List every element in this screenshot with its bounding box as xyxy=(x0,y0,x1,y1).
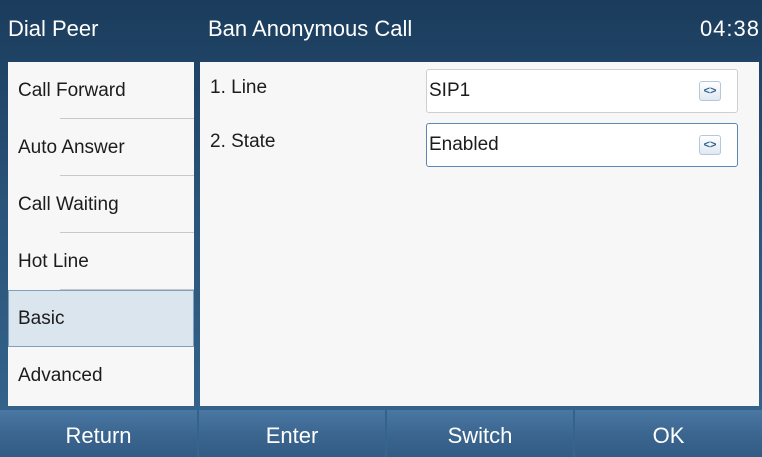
sidebar-item-hot-line[interactable]: Hot Line xyxy=(8,233,194,290)
status-bar: Dial Peer Ban Anonymous Call 04:38 xyxy=(0,0,762,58)
line-select-value: SIP1 xyxy=(429,80,471,101)
sidebar-item-call-forward[interactable]: Call Forward xyxy=(8,62,194,119)
return-button[interactable]: Return xyxy=(0,410,197,457)
sidebar-item-advanced[interactable]: Advanced xyxy=(8,347,194,404)
left-right-arrows-icon[interactable]: <> xyxy=(699,135,721,155)
page-title: Ban Anonymous Call xyxy=(208,16,413,41)
enter-button[interactable]: Enter xyxy=(199,410,385,457)
state-setting-row: 2. State Enabled <> xyxy=(200,116,759,168)
settings-panel: 1. Line SIP1 <> 2. State Enabled <> xyxy=(200,62,759,406)
left-right-arrows-icon[interactable]: <> xyxy=(699,81,721,101)
clock-time: 04:38 xyxy=(699,16,760,41)
sidebar-item-call-waiting[interactable]: Call Waiting xyxy=(8,176,194,233)
line-label: 1. Line xyxy=(210,77,268,98)
sidebar-menu: Call Forward Auto Answer Call Waiting Ho… xyxy=(8,62,194,406)
menu-title: Dial Peer xyxy=(8,16,99,41)
state-label: 2. State xyxy=(210,131,276,152)
ok-button[interactable]: OK xyxy=(575,410,762,457)
line-setting-row: 1. Line SIP1 <> xyxy=(200,62,759,114)
softkey-bar: Return Enter Switch OK xyxy=(0,410,762,457)
sidebar-item-basic[interactable]: Basic xyxy=(8,290,194,347)
sidebar-item-auto-answer[interactable]: Auto Answer xyxy=(8,119,194,176)
phone-screen: Dial Peer Ban Anonymous Call 04:38 Call … xyxy=(0,0,762,457)
state-select-value: Enabled xyxy=(429,134,499,155)
line-select[interactable]: SIP1 <> xyxy=(426,69,738,113)
state-select[interactable]: Enabled <> xyxy=(426,123,738,167)
switch-button[interactable]: Switch xyxy=(387,410,573,457)
